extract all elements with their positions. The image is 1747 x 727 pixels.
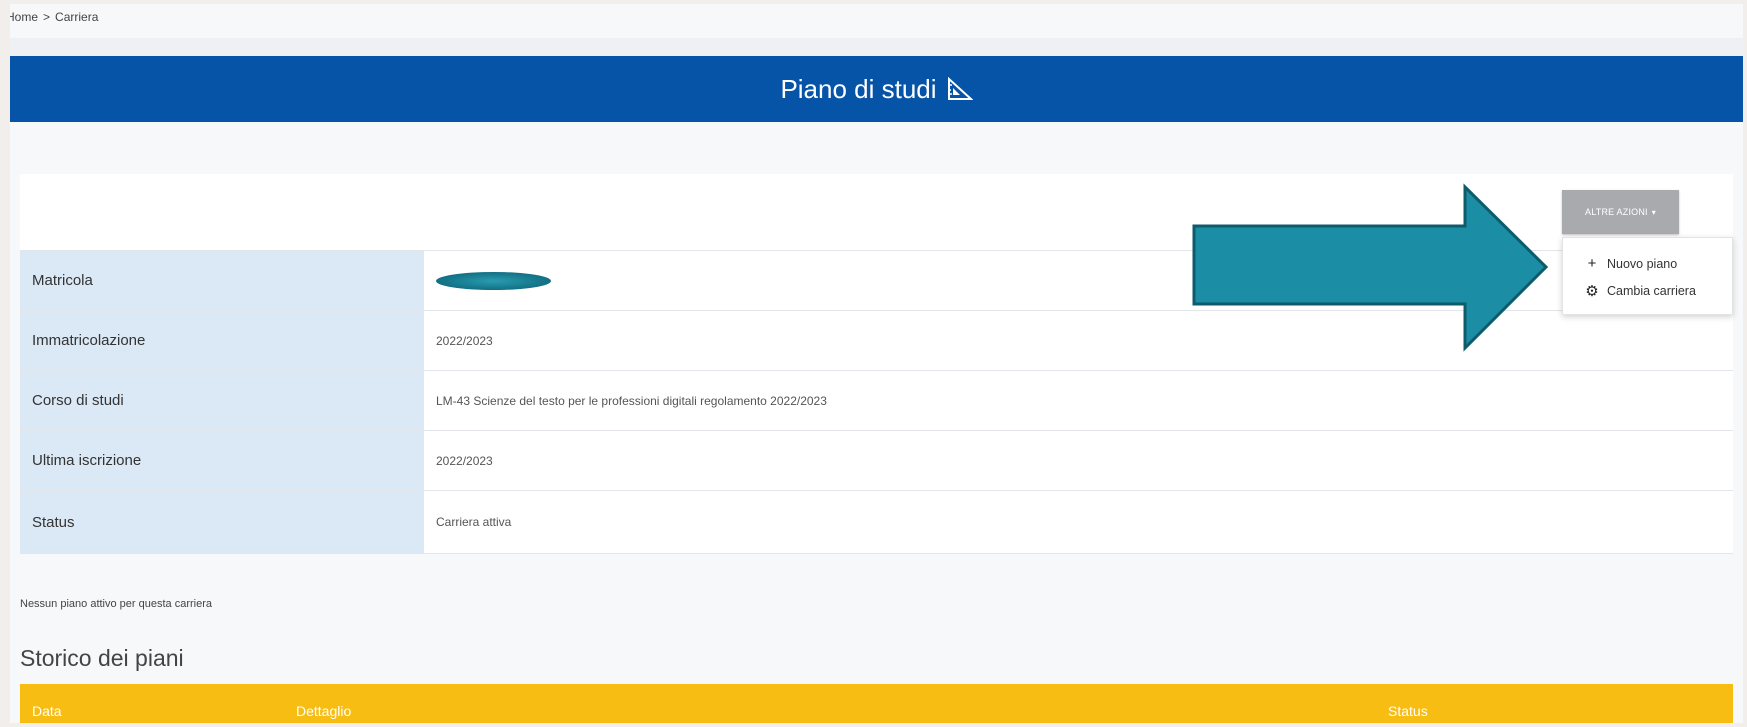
info-value: 2022/2023 [424, 311, 1733, 370]
plus-icon: + [1587, 255, 1597, 272]
page-title: Piano di studi [780, 73, 937, 104]
info-row-ultima-iscrizione: Ultima iscrizione 2022/2023 [20, 430, 1733, 490]
top-band [10, 38, 1743, 58]
redacted-mark [436, 271, 551, 290]
caret-down-icon: ▾ [1651, 207, 1656, 217]
info-row-corso: Corso di studi LM-43 Scienze del testo p… [20, 370, 1733, 430]
page-header: Piano di studi [10, 56, 1743, 122]
history-table-header: Data Dettaglio Status [20, 684, 1733, 723]
info-row-immatricolazione: Immatricolazione 2022/2023 [20, 310, 1733, 370]
history-title: Storico dei piani [20, 645, 184, 671]
career-info-table: Matricola Immatricolazione 2022/2023 Cor… [20, 250, 1733, 554]
breadcrumb-home-link[interactable]: Home [10, 10, 38, 24]
breadcrumb: Home > Carriera [10, 10, 98, 24]
toolbar-area [20, 174, 1733, 250]
column-header-dettaglio: Dettaglio [296, 703, 352, 719]
no-active-plan-message: Nessun piano attivo per questa carriera [20, 598, 212, 610]
info-value [424, 251, 1733, 310]
actions-dropdown-menu: + Nuovo piano ⚙ Cambia carriera [1562, 237, 1733, 315]
menu-item-label: Nuovo piano [1607, 256, 1678, 271]
info-value: LM-43 Scienze del testo per le professio… [424, 371, 1733, 430]
info-label: Immatricolazione [20, 311, 424, 370]
column-header-data: Data [32, 703, 62, 719]
info-row-status: Status Carriera attiva [20, 490, 1733, 554]
info-label: Corso di studi [20, 371, 424, 430]
triangle-ruler-icon [947, 77, 973, 101]
info-label: Ultima iscrizione [20, 431, 424, 490]
menu-item-label: Cambia carriera [1607, 283, 1696, 298]
breadcrumb-separator: > [43, 10, 51, 24]
info-value: Carriera attiva [424, 491, 1733, 553]
info-row-matricola: Matricola [20, 250, 1733, 310]
menu-item-nuovo-piano[interactable]: + Nuovo piano [1563, 250, 1732, 277]
menu-item-cambia-carriera[interactable]: ⚙ Cambia carriera [1563, 277, 1732, 304]
altre-azioni-button[interactable]: ALTRE AZIONI ▾ [1562, 190, 1679, 234]
column-header-status: Status [1388, 703, 1428, 719]
breadcrumb-current: Carriera [55, 10, 99, 24]
info-label: Matricola [20, 251, 424, 310]
gear-icon: ⚙ [1585, 282, 1599, 300]
altre-azioni-label: ALTRE AZIONI [1585, 207, 1648, 217]
info-label: Status [20, 491, 424, 553]
page: Home > Carriera Piano di studi Matricola… [10, 4, 1743, 723]
info-value: 2022/2023 [424, 431, 1733, 490]
